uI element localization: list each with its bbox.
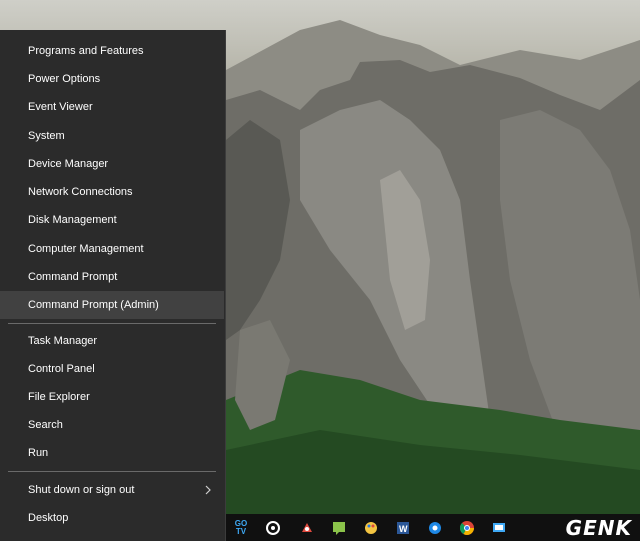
start-context-menu: Programs and Features Power Options Even… — [0, 30, 226, 541]
menu-item-label: Desktop — [28, 512, 69, 524]
menu-item-label: Shut down or sign out — [28, 484, 135, 496]
menu-item-label: Search — [28, 419, 63, 431]
menu-item-label: Command Prompt (Admin) — [28, 299, 159, 311]
groove-icon[interactable] — [262, 517, 284, 539]
menu-item-system[interactable]: System — [0, 122, 224, 150]
menu-separator — [8, 323, 216, 324]
menu-item-power-options[interactable]: Power Options — [0, 65, 224, 93]
menu-item-run[interactable]: Run — [0, 439, 224, 467]
menu-item-programs-and-features[interactable]: Programs and Features — [0, 37, 224, 65]
menu-item-computer-management[interactable]: Computer Management — [0, 235, 224, 263]
chevron-right-icon — [205, 485, 211, 495]
menu-item-label: Power Options — [28, 73, 101, 85]
menu-item-label: Event Viewer — [28, 101, 93, 113]
menu-item-label: File Explorer — [28, 391, 90, 403]
edge-icon[interactable] — [424, 517, 446, 539]
app-icon[interactable] — [296, 517, 318, 539]
menu-item-command-prompt-admin[interactable]: Command Prompt (Admin) — [0, 291, 224, 319]
menu-item-search[interactable]: Search — [0, 411, 224, 439]
remote-icon[interactable] — [488, 517, 510, 539]
menu-item-file-explorer[interactable]: File Explorer — [0, 383, 224, 411]
taskbar: GO TV W GENK — [226, 514, 640, 541]
gotv-icon[interactable]: GO TV — [230, 517, 252, 539]
gotv-label: GO TV — [234, 519, 248, 536]
menu-item-control-panel[interactable]: Control Panel — [0, 355, 224, 383]
menu-item-label: Network Connections — [28, 186, 133, 198]
menu-item-label: Command Prompt — [28, 271, 118, 283]
menu-separator — [8, 471, 216, 472]
menu-item-desktop[interactable]: Desktop — [0, 504, 224, 532]
menu-item-label: Device Manager — [28, 158, 109, 170]
chrome-icon[interactable] — [456, 517, 478, 539]
menu-item-event-viewer[interactable]: Event Viewer — [0, 93, 224, 121]
menu-item-disk-management[interactable]: Disk Management — [0, 206, 224, 234]
menu-item-command-prompt[interactable]: Command Prompt — [0, 263, 224, 291]
chat-icon[interactable] — [328, 517, 350, 539]
menu-item-task-manager[interactable]: Task Manager — [0, 327, 224, 355]
menu-item-label: Disk Management — [28, 214, 117, 226]
menu-item-label: System — [28, 130, 65, 142]
svg-text:W: W — [399, 524, 408, 534]
paint-icon[interactable] — [360, 517, 382, 539]
menu-item-label: Run — [28, 447, 49, 459]
menu-item-label: Control Panel — [28, 363, 95, 375]
menu-item-label: Task Manager — [28, 335, 98, 347]
menu-item-network-connections[interactable]: Network Connections — [0, 178, 224, 206]
menu-item-shut-down-or-sign-out[interactable]: Shut down or sign out — [0, 476, 224, 504]
word-icon[interactable]: W — [392, 517, 414, 539]
genk-logo: GENK — [565, 516, 632, 540]
menu-item-label: Computer Management — [28, 243, 144, 255]
menu-item-label: Programs and Features — [28, 45, 144, 57]
menu-item-device-manager[interactable]: Device Manager — [0, 150, 224, 178]
